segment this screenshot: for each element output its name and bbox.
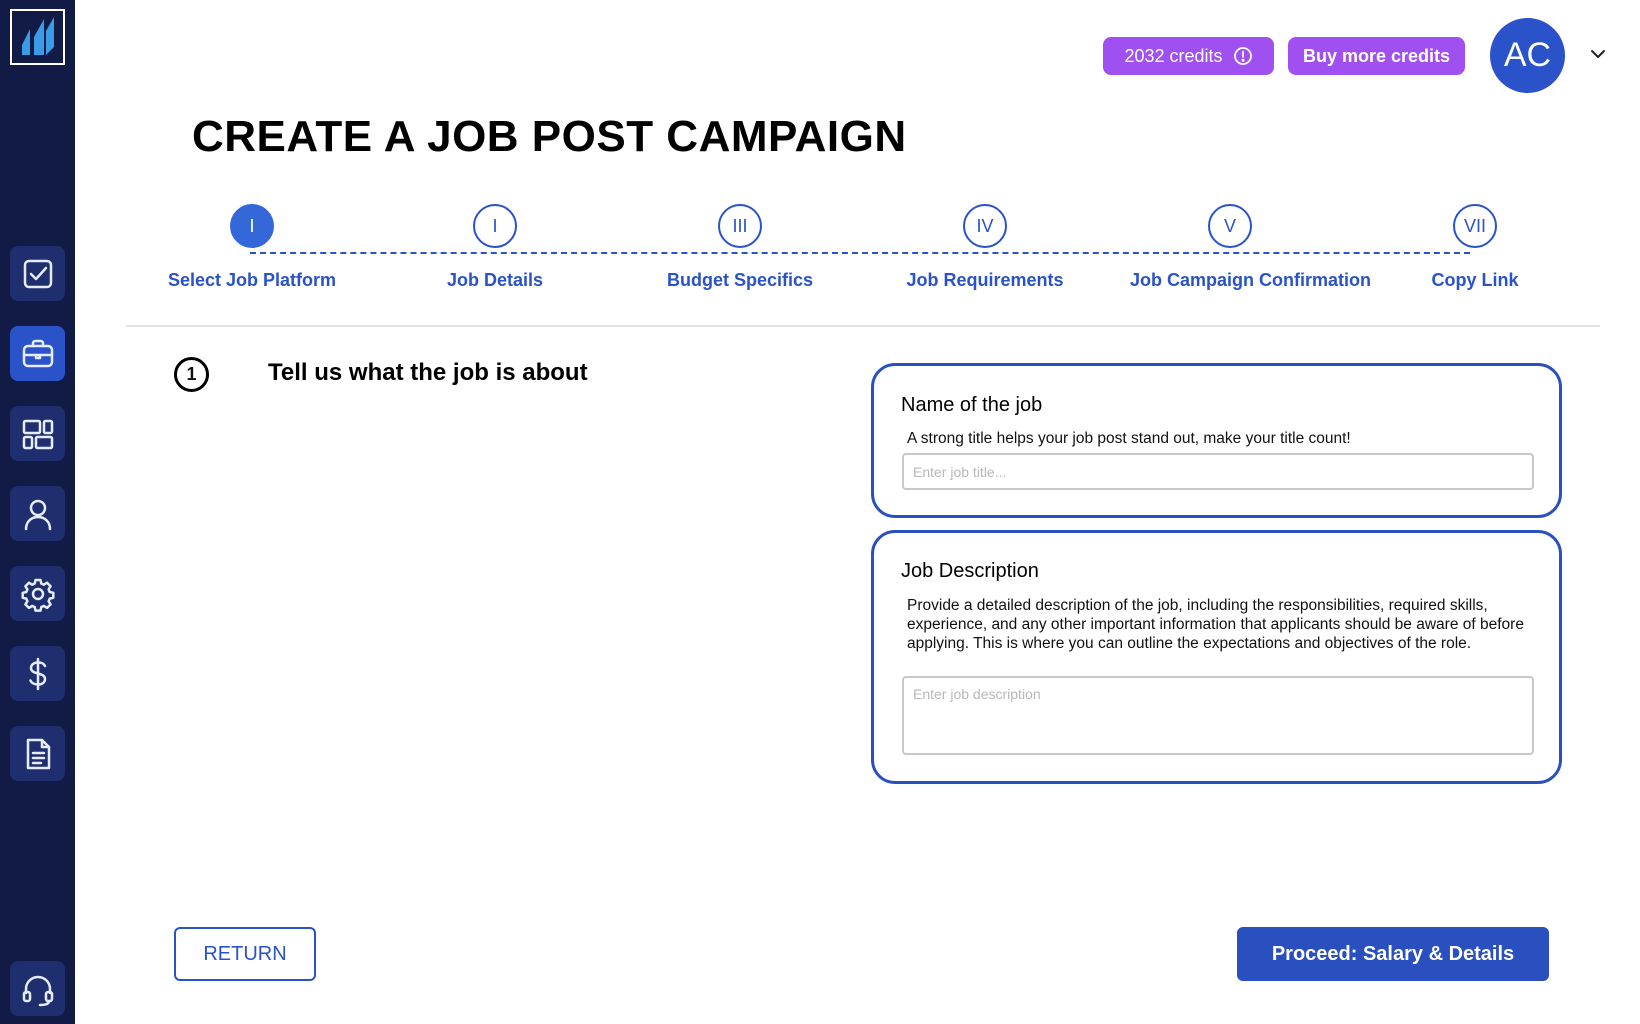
step-budget-specifics[interactable]: III Budget Specifics [640,204,840,291]
step-job-requirements[interactable]: IV Job Requirements [885,204,1085,291]
job-description-input[interactable] [902,676,1534,755]
job-title-input[interactable] [902,453,1534,490]
user-icon [24,499,51,530]
step-numeral: I [230,204,274,248]
headset-icon [22,975,53,1006]
job-name-card: Name of the job A strong title helps you… [871,363,1562,518]
step-numeral: I [473,204,517,248]
app-logo[interactable] [10,9,65,65]
sidebar-item-jobs[interactable] [10,326,65,381]
page-title: CREATE A JOB POST CAMPAIGN [192,112,907,161]
sidebar-item-documents[interactable] [10,726,65,781]
buy-credits-button[interactable]: Buy more credits [1288,37,1465,75]
step-label: Job Campaign Confirmation [1130,270,1372,290]
sidebar-item-tasks[interactable] [10,246,65,301]
step-job-campaign-confirmation[interactable]: V Job Campaign Confirmation [1130,204,1372,291]
job-name-help: A strong title helps your job post stand… [907,430,1351,447]
sidebar-item-settings[interactable] [10,566,65,621]
step-numeral: III [718,204,762,248]
job-description-heading: Job Description [901,560,1039,582]
sidebar-item-billing[interactable] [10,646,65,701]
document-icon [26,738,50,769]
avatar[interactable]: AC [1490,18,1565,93]
step-numeral: V [1208,204,1252,248]
step-label: Copy Link [1431,270,1519,290]
logo-icon [21,17,54,55]
step-select-job-platform[interactable]: I Select Job Platform [152,204,352,291]
job-description-help: Provide a detailed description of the jo… [907,597,1524,652]
dashboard-icon [22,419,53,449]
job-name-heading: Name of the job [901,394,1043,416]
sidebar [0,0,75,1024]
sidebar-item-support[interactable] [10,961,65,1016]
briefcase-icon [22,339,53,367]
step-label: Job Details [446,270,544,290]
sidebar-item-dashboard[interactable] [10,406,65,461]
chevron-down-icon[interactable] [1588,44,1608,64]
step-label: Job Requirements [906,270,1064,290]
credits-label: 2032 credits [1124,45,1223,66]
step-label: Select Job Platform [167,270,337,290]
credits-badge[interactable]: 2032 credits [1103,37,1274,75]
info-icon[interactable] [1233,46,1253,66]
divider [126,325,1600,327]
dollar-icon [28,657,46,690]
step-copy-link[interactable]: VII Copy Link [1375,204,1575,291]
sidebar-item-profile[interactable] [10,486,65,541]
section-number: 1 [174,357,209,392]
step-numeral: IV [963,204,1007,248]
proceed-button[interactable]: Proceed: Salary & Details [1237,927,1549,981]
gear-icon [20,578,55,612]
return-button[interactable]: RETURN [174,927,316,981]
step-job-details[interactable]: I Job Details [395,204,595,291]
step-numeral: VII [1453,204,1497,248]
step-label: Budget Specifics [666,270,814,290]
job-description-card: Job Description Provide a detailed descr… [871,530,1562,784]
checkbox-icon [23,259,52,288]
section-title: Tell us what the job is about [268,359,588,386]
